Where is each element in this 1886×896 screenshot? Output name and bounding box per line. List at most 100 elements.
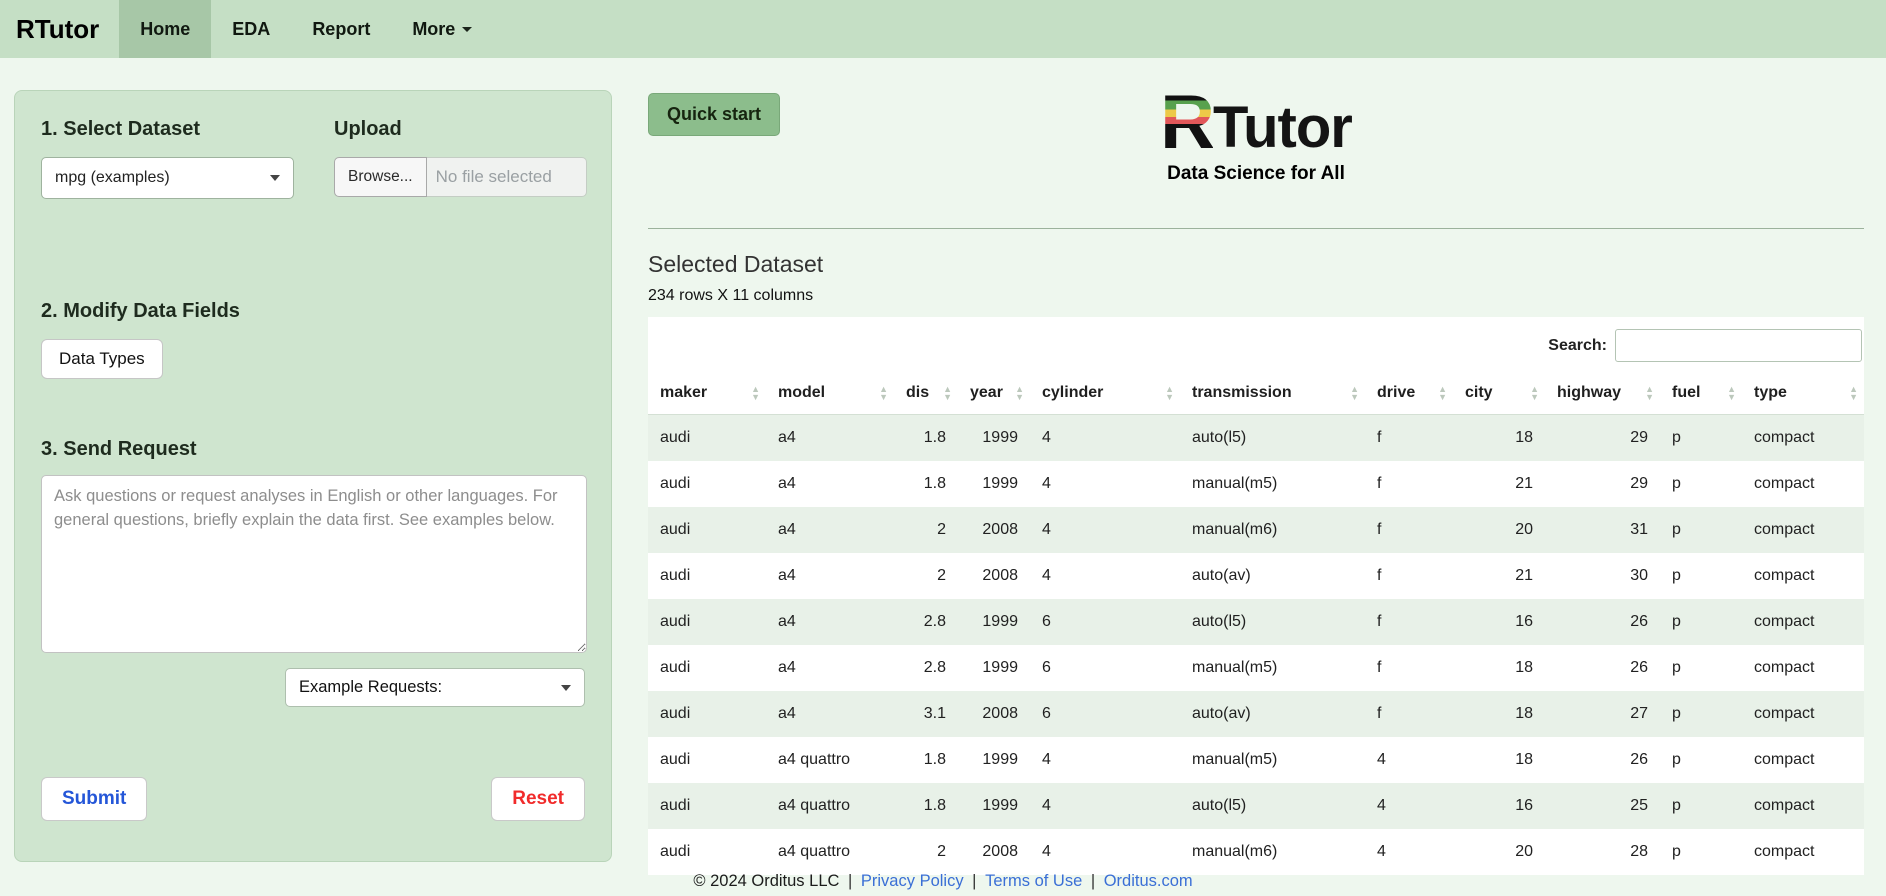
column-header-label: drive	[1377, 384, 1416, 401]
dataset-dimensions: 234 rows X 11 columns	[648, 287, 814, 304]
table-cell: audi	[660, 797, 691, 814]
table-cell: audi	[660, 429, 691, 446]
table-cell: audi	[660, 751, 691, 768]
column-header-cylinder[interactable]: cylinder ▲ ▼	[1030, 372, 1180, 415]
send-request-title: 3. Send Request	[41, 438, 197, 460]
table-cell: 25	[1630, 797, 1648, 814]
table-row[interactable]: audi a4 1.8 1999 4 manual(m5) f 21 29 p compact	[648, 461, 1864, 507]
sort-arrows-icon: ▲ ▼	[943, 384, 952, 402]
table-cell: p	[1672, 429, 1681, 446]
search-label: Search:	[1548, 336, 1607, 354]
column-header-maker[interactable]: maker ▲ ▼	[648, 372, 766, 415]
table-row[interactable]: audi a4 2 2008 4 auto(av) f 21 30 p compact	[648, 553, 1864, 599]
table-cell: 2.8	[923, 613, 946, 630]
table-cell: compact	[1754, 659, 1815, 676]
nav-tab-eda[interactable]: EDA	[211, 0, 291, 58]
table-row[interactable]: audi a4 quattro 1.8 1999 4 auto(l5) 4 16 25 p comp…	[648, 783, 1864, 829]
column-header-city[interactable]: city ▲ ▼	[1453, 372, 1545, 415]
table-cell: a4 quattro	[778, 843, 851, 860]
table-cell: 2008	[982, 843, 1018, 860]
footer-link-orditus-com[interactable]: Orditus.com	[1104, 872, 1193, 890]
divider	[648, 228, 1864, 229]
sort-arrows-icon: ▲ ▼	[1727, 384, 1736, 402]
table-cell: 21	[1515, 475, 1533, 492]
table-cell: compact	[1754, 567, 1815, 584]
table-cell: p	[1672, 659, 1681, 676]
table-cell: 1.8	[923, 429, 946, 446]
browse-button[interactable]: Browse...	[334, 157, 427, 197]
table-cell: 4	[1377, 797, 1386, 814]
table-cell: 21	[1515, 567, 1533, 584]
nav-tab-more[interactable]: More	[391, 0, 493, 58]
table-cell: f	[1377, 613, 1382, 630]
column-header-model[interactable]: model ▲ ▼	[766, 372, 894, 415]
table-cell: 1.8	[923, 751, 946, 768]
table-cell: 1999	[982, 429, 1018, 446]
column-header-fuel[interactable]: fuel ▲ ▼	[1660, 372, 1742, 415]
table-cell: 4	[1042, 751, 1051, 768]
table-row[interactable]: audi a4 quattro 1.8 1999 4 manual(m5) 4 18 26 p co…	[648, 737, 1864, 783]
table-row[interactable]: audi a4 2 2008 4 manual(m6) f 20 31 p compact	[648, 507, 1864, 553]
column-header-label: highway	[1557, 384, 1622, 401]
table-row[interactable]: audi a4 1.8 1999 4 auto(l5) f 18 29 p compact	[648, 414, 1864, 461]
table-header-row: maker ▲ ▼ model ▲ ▼ dis ▲ ▼ year ▲ ▼ cylinder ▲ ▼ trans…	[648, 372, 1864, 415]
column-header-label: dis	[906, 384, 930, 401]
table-cell: 29	[1630, 475, 1648, 492]
select-dataset-title: 1. Select Dataset	[41, 118, 200, 140]
sort-arrows-icon: ▲ ▼	[1350, 384, 1359, 402]
footer-separator: |	[967, 872, 982, 890]
caret-down-icon	[462, 26, 473, 32]
nav-tab-home[interactable]: Home	[119, 0, 212, 58]
table-cell: 20	[1515, 521, 1533, 538]
quick-start-button[interactable]: Quick start	[648, 93, 781, 136]
request-textarea[interactable]	[41, 475, 587, 653]
table-cell: a4	[778, 521, 796, 538]
nav-tab-report[interactable]: Report	[291, 0, 391, 58]
column-header-label: cylinder	[1042, 384, 1104, 401]
table-cell: 1999	[982, 751, 1018, 768]
data-table: maker ▲ ▼ model ▲ ▼ dis ▲ ▼ year ▲ ▼ cylinder ▲ ▼ trans…	[648, 372, 1864, 875]
navbar: RTutor Home EDA Report More	[0, 0, 1886, 58]
submit-button[interactable]: Submit	[41, 777, 148, 821]
example-requests-select[interactable]: Example Requests:	[285, 668, 585, 707]
search-input[interactable]	[1615, 329, 1862, 362]
table-cell: 2	[937, 521, 946, 538]
page-footer: © 2024 Orditus LLC | Privacy Policy | Te…	[0, 872, 1886, 891]
column-header-label: fuel	[1672, 384, 1701, 401]
table-cell: 6	[1042, 705, 1051, 722]
column-header-year[interactable]: year ▲ ▼	[958, 372, 1030, 415]
table-row[interactable]: audi a4 2.8 1999 6 auto(l5) f 16 26 p compact	[648, 599, 1864, 645]
table-row[interactable]: audi a4 3.1 2008 6 auto(av) f 18 27 p compact	[648, 691, 1864, 737]
sort-arrows-icon: ▲ ▼	[1015, 384, 1024, 402]
column-header-dis[interactable]: dis ▲ ▼	[894, 372, 958, 415]
table-cell: compact	[1754, 475, 1815, 492]
table-cell: audi	[660, 521, 691, 538]
footer-separator: |	[1086, 872, 1100, 890]
footer-link-terms-of-use[interactable]: Terms of Use	[985, 872, 1082, 890]
table-cell: 3.1	[923, 705, 946, 722]
dataset-select[interactable]: mpg (examples)	[41, 157, 294, 199]
table-cell: a4	[778, 613, 796, 630]
column-header-transmission[interactable]: transmission ▲ ▼	[1180, 372, 1365, 415]
table-cell: compact	[1754, 613, 1815, 630]
column-header-drive[interactable]: drive ▲ ▼	[1365, 372, 1453, 415]
table-cell: a4	[778, 475, 796, 492]
sort-arrows-icon: ▲ ▼	[1530, 384, 1539, 402]
table-cell: compact	[1754, 843, 1815, 860]
column-header-highway[interactable]: highway ▲ ▼	[1545, 372, 1660, 415]
reset-button[interactable]: Reset	[491, 777, 585, 821]
chevron-down-icon	[561, 684, 571, 691]
table-row[interactable]: audi a4 quattro 2 2008 4 manual(m6) 4 20 28 p comp…	[648, 829, 1864, 875]
column-header-label: maker	[660, 384, 708, 401]
table-cell: a4	[778, 705, 796, 722]
column-header-type[interactable]: type ▲ ▼	[1742, 372, 1864, 415]
table-cell: audi	[660, 567, 691, 584]
footer-link-privacy-policy[interactable]: Privacy Policy	[861, 872, 964, 890]
table-cell: 29	[1630, 429, 1648, 446]
sort-arrows-icon: ▲ ▼	[1645, 384, 1654, 402]
table-cell: a4 quattro	[778, 751, 851, 768]
rtutor-logo: R Tutor Data Science for All	[648, 84, 1864, 185]
data-types-button[interactable]: Data Types	[41, 339, 163, 379]
table-row[interactable]: audi a4 2.8 1999 6 manual(m5) f 18 26 p compact	[648, 645, 1864, 691]
table-cell: 31	[1630, 521, 1648, 538]
